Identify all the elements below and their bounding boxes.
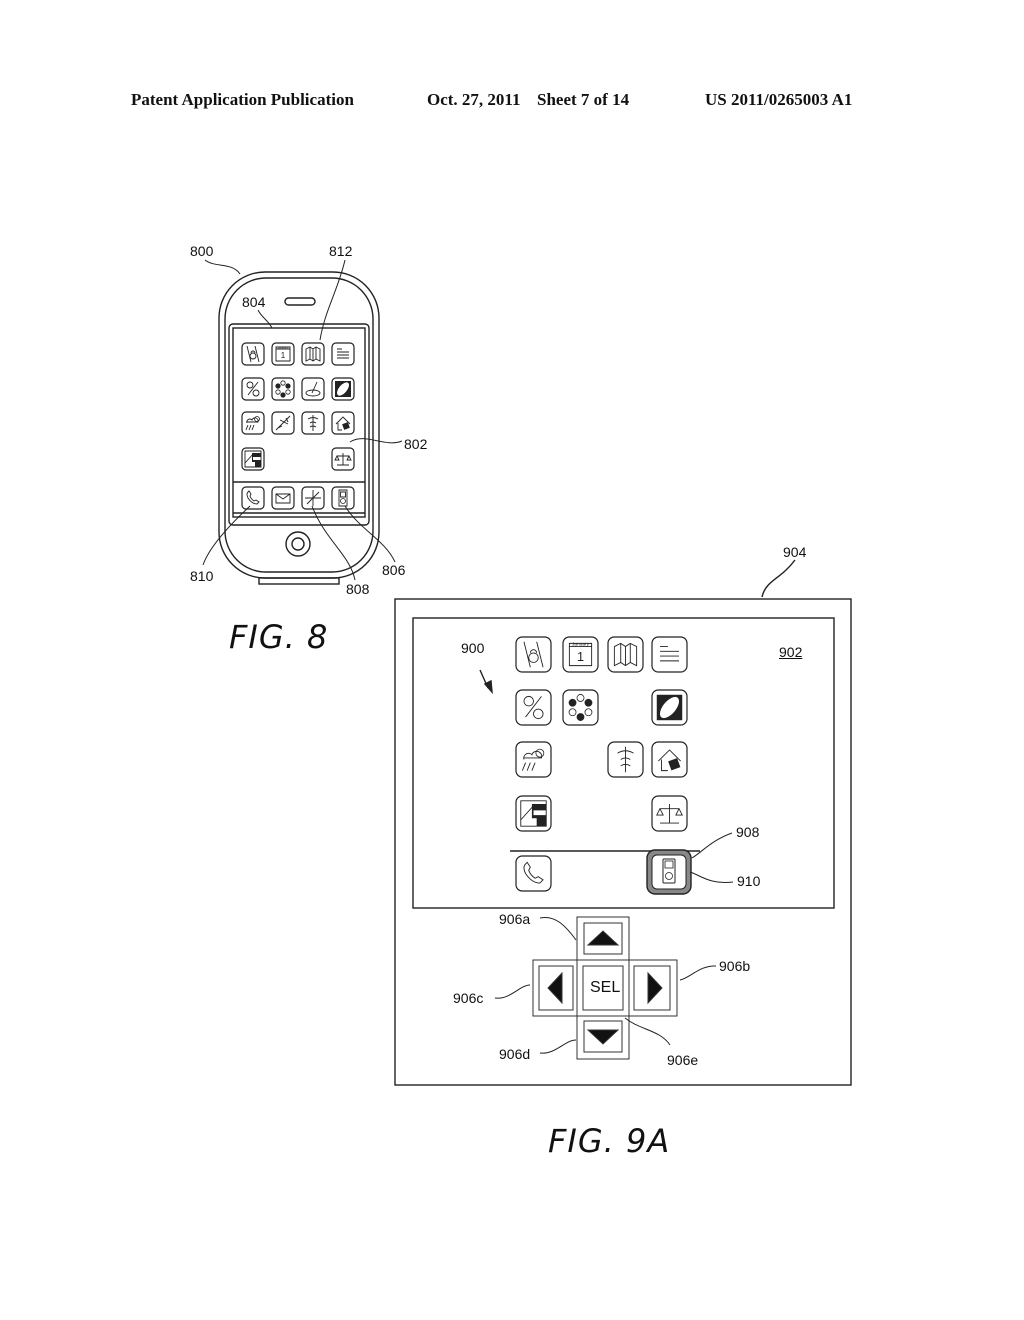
globe-icon[interactable] [331,377,355,401]
airplane-icon[interactable] [271,411,295,435]
home-icon[interactable] [331,411,355,435]
ref-800: 800 [190,243,214,259]
patent-drawing: January1 January1 [202,259,852,1086]
medical-icon[interactable] [607,741,644,778]
network-icon[interactable] [271,377,295,401]
notes-icon[interactable] [651,636,688,673]
select-label: SEL [590,979,621,996]
lock-icon[interactable] [241,342,265,366]
ref-804: 804 [242,294,266,310]
svg-text:1: 1 [281,351,286,360]
leader-906c [494,984,531,999]
leader-904 [761,559,796,598]
ref-802: 802 [404,436,428,452]
leader-804 [257,309,273,329]
compass-icon[interactable] [301,486,325,510]
leader-906e [624,1017,671,1046]
leader-910 [689,871,734,884]
ref-906e: 906e [667,1052,699,1068]
ref-906c: 906c [453,990,484,1006]
flag-icon[interactable] [515,795,552,832]
ref-902: 902 [779,644,803,660]
calendar-icon[interactable]: January1 [271,342,295,366]
phone-icon[interactable] [515,855,552,892]
satellite-icon[interactable] [301,377,325,401]
ref-906b: 906b [719,958,751,974]
scale-icon[interactable] [331,447,355,471]
down-button-906d[interactable] [576,1015,630,1060]
fig-9a-caption: FIG. 9A [548,1122,671,1160]
percent-icon[interactable] [241,377,265,401]
ref-906d: 906d [499,1046,531,1062]
mail-icon[interactable] [271,486,295,510]
home-button[interactable] [285,531,311,557]
ref-808: 808 [346,581,370,597]
svg-text:January: January [572,642,590,648]
focus-ring-908 [646,849,692,895]
ref-906a: 906a [499,911,531,927]
up-button-906a[interactable] [576,916,630,961]
leader-906a [539,916,577,941]
flag-icon[interactable] [241,447,265,471]
ref-806: 806 [382,562,406,578]
leader-908 [691,832,733,859]
ref-908: 908 [736,824,760,840]
leader-906b [679,965,717,981]
medical-icon[interactable] [301,411,325,435]
left-button-906c[interactable] [532,959,578,1017]
calendar-icon[interactable]: January1 [562,636,599,673]
ref-810: 810 [190,568,214,584]
percent-icon[interactable] [515,689,552,726]
home-icon[interactable] [651,741,688,778]
lock-icon[interactable] [515,636,552,673]
speaker-slot [284,297,316,306]
notes-icon[interactable] [331,342,355,366]
map-icon[interactable] [301,342,325,366]
leader-906d [539,1039,577,1054]
phone-icon[interactable] [241,486,265,510]
leader-802 [349,438,403,444]
ref-900: 900 [461,640,485,656]
map-icon[interactable] [607,636,644,673]
weather-icon[interactable] [515,741,552,778]
scale-icon[interactable] [651,795,688,832]
leader-800 [204,259,241,275]
ref-812: 812 [329,243,353,259]
weather-icon[interactable] [241,411,265,435]
ref-904: 904 [783,544,807,560]
phone-icon-grid: January1 [241,342,355,510]
network-icon[interactable] [562,689,599,726]
fig-8-caption: FIG. 8 [229,618,329,656]
globe-icon[interactable] [651,689,688,726]
leader-806 [344,505,396,563]
svg-text:January: January [278,346,289,350]
media-player-icon[interactable] [331,486,355,510]
svg-text:1: 1 [577,649,584,664]
ref-910: 910 [737,873,761,889]
right-button-906b[interactable] [628,959,678,1017]
